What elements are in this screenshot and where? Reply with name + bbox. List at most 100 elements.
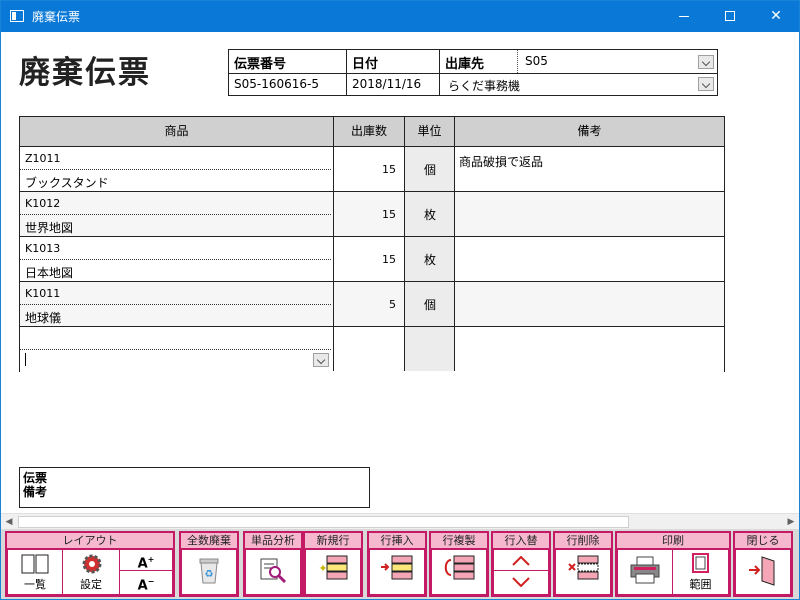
delete-row-button[interactable] bbox=[556, 550, 610, 594]
recycle-bin-icon: ♻ bbox=[199, 558, 219, 584]
product-name: 日本地図 bbox=[25, 266, 74, 280]
destination-code-combo[interactable]: S05 bbox=[517, 50, 717, 73]
close-button[interactable] bbox=[736, 550, 790, 594]
swap-row-label: 行入替 bbox=[493, 533, 549, 548]
list-view-label: 一覧 bbox=[24, 578, 46, 591]
arrow-down-icon bbox=[512, 577, 530, 587]
main-window: 廃棄伝票 ✕ 廃棄伝票 伝票番号 S05-160616-5 日付 2018/11… bbox=[0, 0, 800, 600]
print-group-label: 印刷 bbox=[617, 533, 729, 548]
note-cell[interactable] bbox=[455, 327, 724, 371]
new-entry-row[interactable] bbox=[20, 327, 724, 372]
qty-cell[interactable]: 15 bbox=[334, 237, 405, 281]
print-range-icon bbox=[692, 553, 709, 573]
exit-door-icon bbox=[749, 556, 775, 586]
slip-remarks-label-text: 伝票 備考 bbox=[23, 471, 48, 499]
close-window-button[interactable]: ✕ bbox=[753, 1, 799, 32]
items-grid: 商品 出庫数 単位 備考 Z1011 ブックスタンド 15 個 商品破損で返品 … bbox=[19, 116, 725, 372]
slip-remarks-label: 伝票 備考 bbox=[23, 471, 53, 499]
minimize-icon bbox=[679, 15, 689, 17]
qty-cell[interactable] bbox=[334, 327, 405, 371]
unit-cell: 枚 bbox=[405, 192, 455, 236]
qty-cell[interactable]: 15 bbox=[334, 147, 405, 191]
column-header-qty[interactable]: 出庫数 bbox=[334, 117, 405, 147]
svg-text:♻: ♻ bbox=[205, 569, 214, 580]
product-cell[interactable]: K1011 地球儀 bbox=[20, 282, 334, 326]
note-cell[interactable] bbox=[455, 192, 724, 236]
column-header-note[interactable]: 備考 bbox=[455, 117, 724, 147]
qty-value: 5 bbox=[389, 298, 396, 311]
qty-value: 15 bbox=[382, 208, 396, 221]
swap-row-buttons bbox=[494, 550, 548, 594]
chevron-down-icon[interactable] bbox=[313, 353, 329, 367]
discard-all-label: 全数廃棄 bbox=[181, 533, 237, 548]
print-group: 印刷 範囲 bbox=[615, 531, 731, 597]
new-row-button[interactable]: ✦ bbox=[306, 550, 360, 594]
horizontal-scrollbar[interactable]: ◀ ▶ bbox=[1, 513, 799, 529]
font-increase-icon[interactable]: A+ bbox=[120, 550, 172, 571]
qty-cell[interactable]: 5 bbox=[334, 282, 405, 326]
column-header-unit[interactable]: 単位 bbox=[405, 117, 455, 147]
unit-value: 枚 bbox=[423, 253, 436, 267]
column-header-product[interactable]: 商品 bbox=[20, 117, 334, 147]
destination-label: 出庫先 bbox=[445, 57, 485, 72]
product-name: ブックスタンド bbox=[25, 176, 109, 190]
layout-group: レイアウト 一覧 設定 A+ A− bbox=[5, 531, 175, 597]
insert-row-icon bbox=[381, 555, 413, 580]
chevron-down-icon[interactable] bbox=[698, 55, 714, 69]
table-row[interactable]: K1013 日本地図 15 枚 bbox=[20, 237, 724, 282]
gear-icon bbox=[82, 554, 102, 574]
unit-value: 枚 bbox=[423, 208, 436, 222]
product-cell[interactable] bbox=[20, 327, 334, 371]
font-decrease-icon[interactable]: A− bbox=[120, 572, 172, 593]
table-row[interactable]: Z1011 ブックスタンド 15 個 商品破損で返品 bbox=[20, 147, 724, 192]
insert-row-button[interactable] bbox=[370, 550, 424, 594]
scroll-right-icon[interactable]: ▶ bbox=[783, 514, 799, 530]
date-field[interactable]: 日付 2018/11/16 bbox=[347, 50, 440, 95]
scroll-left-icon[interactable]: ◀ bbox=[1, 514, 17, 530]
destination-name-combo[interactable]: らくだ事務機 bbox=[440, 74, 717, 95]
print-range-button[interactable]: 範囲 bbox=[673, 550, 728, 594]
minimize-button[interactable] bbox=[661, 1, 707, 32]
slip-number-label: 伝票番号 bbox=[234, 57, 287, 72]
slip-header: 伝票番号 S05-160616-5 日付 2018/11/16 出庫先 S05 … bbox=[228, 49, 718, 96]
new-row-label: 新規行 bbox=[305, 533, 361, 548]
product-combo[interactable] bbox=[22, 351, 329, 369]
print-button[interactable] bbox=[618, 550, 673, 594]
print-range-label: 範囲 bbox=[689, 578, 712, 591]
move-down-button[interactable] bbox=[494, 572, 548, 593]
copy-row-icon bbox=[444, 555, 475, 580]
window-title: 廃棄伝票 bbox=[32, 10, 81, 24]
list-view-button[interactable]: 一覧 bbox=[8, 550, 63, 594]
move-up-button[interactable] bbox=[494, 550, 548, 571]
scrollbar-thumb[interactable] bbox=[18, 516, 629, 528]
qty-cell[interactable]: 15 bbox=[334, 192, 405, 236]
note-cell[interactable]: 商品破損で返品 bbox=[455, 147, 724, 191]
product-code: K1011 bbox=[25, 287, 61, 300]
table-row[interactable]: K1012 世界地図 15 枚 bbox=[20, 192, 724, 237]
discard-all-group: 全数廃棄 ♻ bbox=[179, 531, 239, 597]
new-row-icon: ✦ bbox=[318, 555, 348, 580]
item-analysis-button[interactable] bbox=[246, 550, 300, 594]
product-cell[interactable]: K1012 世界地図 bbox=[20, 192, 334, 236]
note-cell[interactable] bbox=[455, 237, 724, 281]
maximize-icon bbox=[725, 11, 735, 21]
settings-button[interactable]: 設定 bbox=[63, 550, 120, 594]
delete-row-group: 行削除 bbox=[553, 531, 613, 597]
product-name: 地球儀 bbox=[25, 311, 62, 325]
table-row[interactable]: K1011 地球儀 5 個 bbox=[20, 282, 724, 327]
maximize-button[interactable] bbox=[707, 1, 753, 32]
slip-number-value: S05-160616-5 bbox=[234, 77, 319, 91]
note-cell[interactable] bbox=[455, 282, 724, 326]
product-cell[interactable]: Z1011 ブックスタンド bbox=[20, 147, 334, 191]
new-row-group: 新規行 ✦ bbox=[303, 531, 363, 597]
title-bar: 廃棄伝票 ✕ bbox=[1, 1, 799, 32]
product-cell[interactable]: K1013 日本地図 bbox=[20, 237, 334, 281]
slip-remarks-field[interactable]: 伝票 備考 bbox=[19, 467, 370, 508]
layout-group-label: レイアウト bbox=[7, 533, 173, 548]
chevron-down-icon[interactable] bbox=[698, 77, 714, 91]
font-size-buttons: A+ A− bbox=[120, 550, 172, 594]
note-value: 商品破損で返品 bbox=[459, 155, 544, 169]
copy-row-button[interactable] bbox=[432, 550, 486, 594]
destination-name: らくだ事務機 bbox=[448, 79, 521, 93]
discard-all-button[interactable]: ♻ bbox=[182, 550, 236, 594]
